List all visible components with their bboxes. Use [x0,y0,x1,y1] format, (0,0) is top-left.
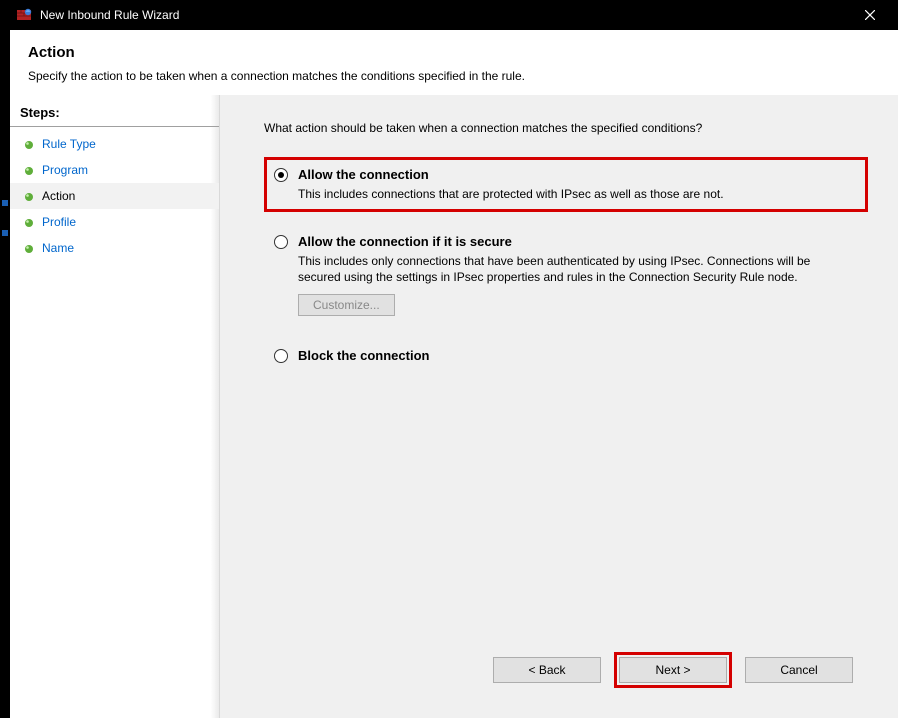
customize-button: Customize... [298,294,395,316]
radio-allow-connection[interactable] [274,168,288,182]
step-bullet-icon [24,217,34,227]
option-allow-if-secure: Allow the connection if it is secure Thi… [264,224,868,325]
steps-sidebar: Steps: Rule Type Program Action [10,95,220,718]
back-button-wrap: < Back [488,652,606,688]
left-black-strip [0,0,10,718]
footer-buttons: < Back Next > Cancel [264,642,868,706]
window-title: New Inbound Rule Wizard [40,8,847,22]
firewall-icon [16,7,32,23]
step-bullet-icon [24,165,34,175]
titlebar: New Inbound Rule Wizard [10,0,898,30]
step-label: Program [42,163,88,177]
option-title: Allow the connection if it is secure [298,234,858,249]
page-subtitle: Specify the action to be taken when a co… [28,69,880,83]
strip-marker [2,200,8,206]
step-label: Profile [42,215,76,229]
prompt-text: What action should be taken when a conne… [264,121,868,135]
option-title: Block the connection [298,348,858,363]
steps-heading: Steps: [10,101,219,127]
step-label: Action [42,189,75,203]
radio-block-connection[interactable] [274,349,288,363]
page-title: Action [28,44,880,61]
step-profile[interactable]: Profile [10,209,219,235]
option-allow-connection: Allow the connection This includes conne… [264,157,868,212]
option-desc: This includes connections that are prote… [298,186,828,202]
next-button[interactable]: Next > [619,657,727,683]
options-group: Allow the connection This includes conne… [264,157,868,642]
step-label: Name [42,241,74,255]
step-name[interactable]: Name [10,235,219,261]
radio-allow-if-secure[interactable] [274,235,288,249]
cancel-button-wrap: Cancel [740,652,858,688]
back-button[interactable]: < Back [493,657,601,683]
next-button-wrap: Next > [614,652,732,688]
option-title: Allow the connection [298,167,858,182]
cancel-button[interactable]: Cancel [745,657,853,683]
step-action[interactable]: Action [10,183,219,209]
step-bullet-icon [24,243,34,253]
step-label: Rule Type [42,137,96,151]
header: Action Specify the action to be taken wh… [10,30,898,95]
step-program[interactable]: Program [10,157,219,183]
option-block-connection: Block the connection [264,338,868,377]
content-panel: What action should be taken when a conne… [220,95,898,718]
step-bullet-icon [24,139,34,149]
wizard-window: New Inbound Rule Wizard Action Specify t… [10,0,898,718]
step-bullet-icon [24,191,34,201]
step-rule-type[interactable]: Rule Type [10,131,219,157]
option-desc: This includes only connections that have… [298,253,828,285]
strip-marker [2,230,8,236]
close-button[interactable] [847,0,892,30]
